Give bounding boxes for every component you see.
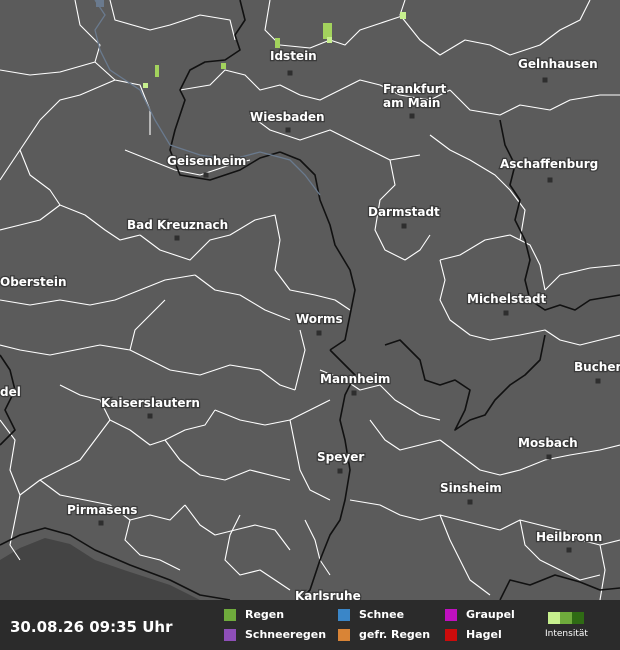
intensity-swatch-mid: [560, 612, 572, 624]
city-marker-bucher: [595, 378, 601, 384]
city-marker-aschaffenburg: [547, 177, 553, 183]
city-label-geisenheim: Geisenheim: [167, 154, 246, 168]
legend-swatch-hagel: [445, 628, 457, 641]
city-marker-heilbronn: [566, 547, 572, 553]
city-label-bad-kreuznach: Bad Kreuznach: [127, 218, 228, 232]
city-marker-pirmasens: [98, 520, 104, 526]
legend-item-schnee: Schnee: [338, 608, 404, 621]
legend-label-gefr-regen: gefr. Regen: [359, 628, 431, 641]
city-label-sinsheim: Sinsheim: [440, 481, 502, 495]
city-label-am-main: am Main: [383, 96, 440, 110]
city-marker-mosbach: [546, 454, 552, 460]
city-label-frankfurt: Frankfurt: [383, 82, 447, 96]
city-label-gelnhausen: Gelnhausen: [518, 57, 598, 71]
intensity-label: Intensität: [545, 629, 588, 639]
city-marker-worms: [316, 330, 322, 336]
intensity-swatch-high: [572, 612, 584, 624]
city-marker-kaiserslautern: [147, 413, 153, 419]
city-label-wiesbaden: Wiesbaden: [250, 110, 325, 124]
city-marker-speyer: [337, 468, 343, 474]
city-marker-michelstadt: [503, 310, 509, 316]
city-marker-gelnhausen: [542, 77, 548, 83]
city-marker-idstein: [287, 70, 293, 76]
legend-swatch-gefr-regen: [338, 628, 350, 641]
city-label-michelstadt: Michelstadt: [467, 292, 547, 306]
legend-label-regen: Regen: [245, 608, 285, 621]
legend-swatch-regen: [224, 608, 236, 621]
city-marker-wiesbaden: [285, 127, 291, 133]
legend-swatch-graupel: [445, 608, 457, 621]
city-marker-sinsheim: [467, 499, 473, 505]
city-label-bucher: Bucher: [574, 360, 620, 374]
city-label-kaiserslautern: Kaiserslautern: [101, 396, 200, 410]
legend-item-gefr-regen: gefr. Regen: [338, 628, 430, 641]
legend-swatch-schnee: [338, 608, 350, 621]
city-label-mosbach: Mosbach: [518, 436, 578, 450]
city-marker-geisenheim: [203, 172, 209, 178]
city-label-aschaffenburg: Aschaffenburg: [500, 157, 598, 171]
city-label-mannheim: Mannheim: [320, 372, 390, 386]
intensity-scale: Intensität: [545, 608, 601, 648]
radar-map[interactable]: Idstein Gelnhausen Frankfurtam Main Wiesbad…: [0, 0, 620, 650]
legend-item-schneeregen: Schneeregen: [224, 628, 326, 641]
city-label-del: del: [0, 385, 21, 399]
city-marker-frankfurt: [409, 113, 415, 119]
legend-label-hagel: Hagel: [466, 628, 502, 641]
legend-label-schnee: Schnee: [359, 608, 405, 621]
city-label-oberstein: Oberstein: [0, 275, 67, 289]
legend-label-graupel: Graupel: [466, 608, 515, 621]
legend-item-regen: Regen: [224, 608, 284, 621]
city-label-idstein: Idstein: [270, 49, 317, 63]
legend-swatch-schneeregen: [224, 628, 236, 641]
legend-item-hagel: Hagel: [445, 628, 502, 641]
city-label-heilbronn: Heilbronn: [536, 530, 602, 544]
legend-item-graupel: Graupel: [445, 608, 515, 621]
legend-bar: 30.08.26 09:35 Uhr Regen Schneeregen Sch…: [0, 600, 620, 650]
timestamp: 30.08.26 09:35 Uhr: [10, 618, 173, 636]
city-marker-darmstadt: [401, 223, 407, 229]
city-label-pirmasens: Pirmasens: [67, 503, 137, 517]
legend-label-schneeregen: Schneeregen: [245, 628, 327, 641]
city-label-darmstadt: Darmstadt: [368, 205, 440, 219]
city-marker-mannheim: [351, 390, 357, 396]
city-marker-bad-kreuznach: [174, 235, 180, 241]
city-label-speyer: Speyer: [317, 450, 364, 464]
city-label-worms: Worms: [296, 312, 343, 326]
intensity-swatch-low: [548, 612, 560, 624]
